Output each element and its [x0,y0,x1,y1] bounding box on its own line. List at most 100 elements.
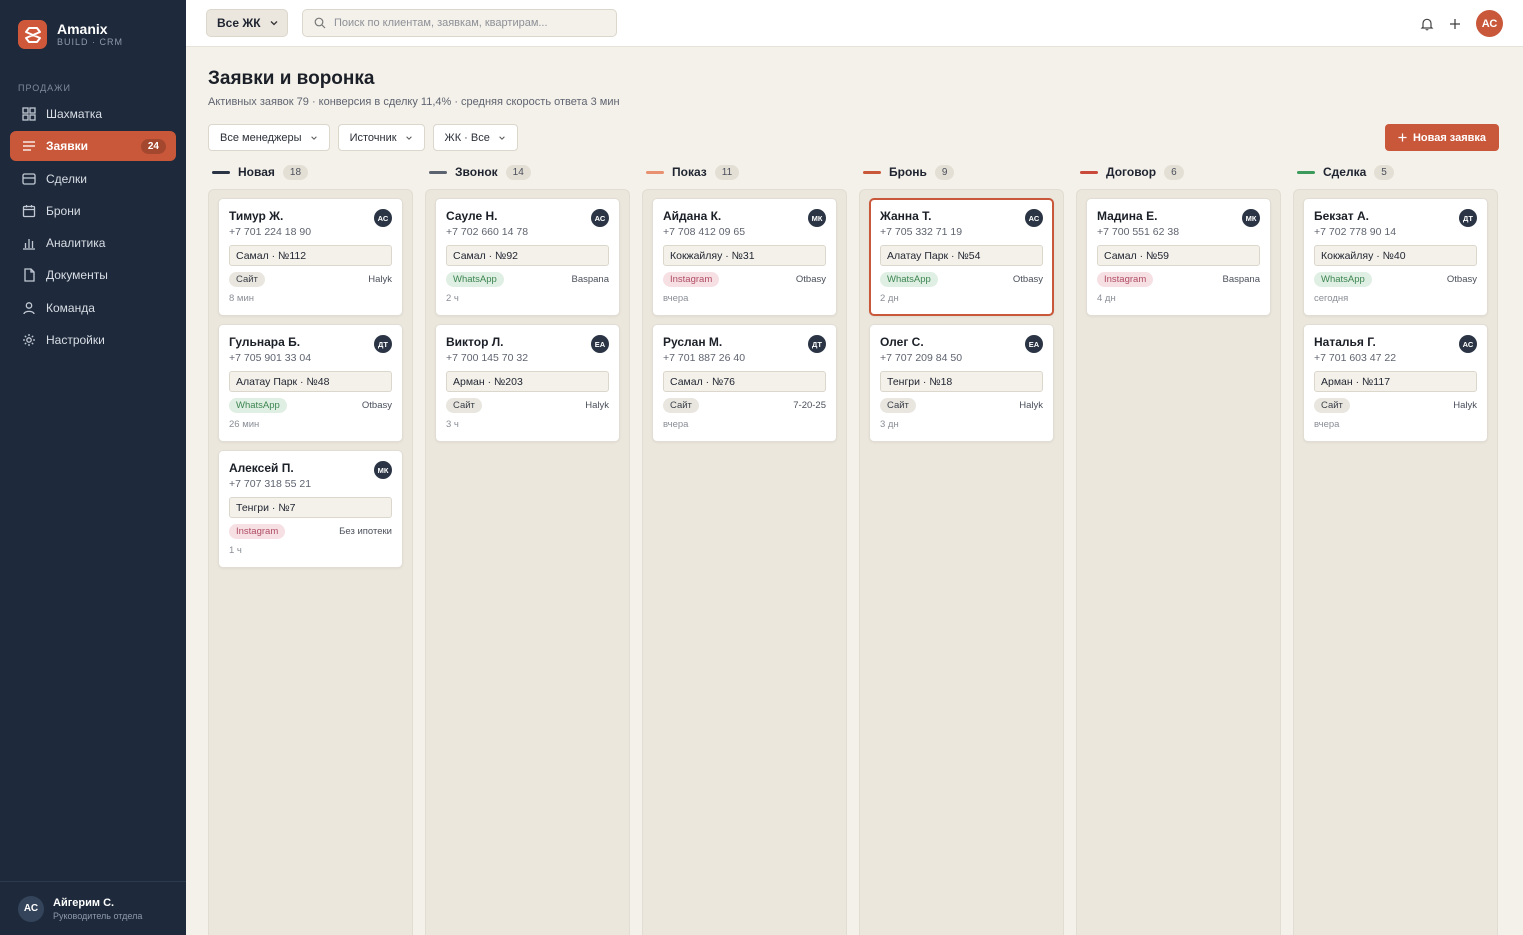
column-color-line [1080,170,1098,174]
column-body: Жанна Т. +7 705 332 71 19 АС Алатау Парк… [859,189,1064,935]
requests-count-badge: 24 [140,138,166,154]
lead-card[interactable]: Жанна Т. +7 705 332 71 19 АС Алатау Парк… [869,198,1054,316]
column-body: Бекзат А. +7 702 778 90 14 ДТ Кокжайляу … [1293,189,1498,935]
column-header[interactable]: Договор 6 [1076,163,1281,181]
card-meta-row: Сайт Halyk [880,398,1043,413]
search-box [302,9,617,37]
apartment-tag: Самал · №59 [1097,245,1260,266]
column-count-badge: 6 [1164,164,1184,180]
column-color-line [212,170,230,174]
card-meta-row: Сайт 7-20-25 [663,398,826,413]
filter-source[interactable]: Источник [337,124,425,151]
lead-time: вчера [1314,419,1340,430]
lead-name: Айдана К. [663,209,722,223]
calendar-icon [22,204,36,218]
column-count-badge: 18 [282,164,309,180]
sidebar-item-requests[interactable]: Заявки 24 [10,131,176,162]
column-header[interactable]: Показ 11 [642,163,847,181]
card-meta-row: Сайт Halyk [446,398,609,413]
sidebar-item-label: Команда [46,300,95,315]
sidebar-item-chessboard[interactable]: Шахматка [10,99,176,129]
sidebar-item-label: Документы [46,268,108,283]
source-badge: WhatsApp [446,272,504,287]
lead-card[interactable]: Айдана К. +7 708 412 09 65 МК Кокжайляу … [652,198,837,316]
column-color-line [646,170,664,174]
sidebar-item-team[interactable]: Команда [10,293,176,323]
brand[interactable]: Amanix BUILD · CRM [18,20,123,49]
lead-time: сегодня [1314,293,1349,304]
column-color-line [863,170,881,174]
lead-name: Гульнара Б. [229,335,301,349]
bell-icon[interactable] [1420,17,1434,31]
column-header[interactable]: Бронь 9 [859,163,1064,181]
card-meta-row: Instagram Без ипотеки [229,524,392,539]
sidebar-item-label: Брони [46,203,81,218]
filter-label: Источник [349,131,397,144]
manager-avatar: АС [1459,335,1477,353]
sidebar-item-documents[interactable]: Документы [10,260,176,290]
lead-phone: +7 702 778 90 14 [1314,226,1397,238]
lead-card[interactable]: Олег С. +7 707 209 84 50 ЕА Тенгри · №18… [869,324,1054,442]
page-subtitle: Активных заявок 79 · конверсия в сделку … [208,96,620,108]
column-header[interactable]: Сделка 5 [1293,163,1498,181]
avatar: АС [18,895,44,922]
lead-card[interactable]: Алексей П. +7 707 318 55 21 МК Тенгри · … [218,450,403,568]
new-request-button[interactable]: Новая заявка [1385,124,1499,151]
bar-chart-icon [23,239,35,250]
mortgage-bank: Otbasy [361,400,392,411]
chevron-down-icon [405,135,412,140]
column-header[interactable]: Звонок 14 [425,163,630,181]
apartment-tag: Самал · №92 [446,245,609,266]
lead-name: Жанна Т. [880,209,932,223]
apartment-tag: Кокжайляу · №31 [663,245,826,266]
filter-managers[interactable]: Все менеджеры [208,124,330,151]
mortgage-bank: Halyk [585,400,609,411]
lead-card[interactable]: Наталья Г. +7 701 603 47 22 АС Арман · №… [1303,324,1488,442]
search-input[interactable] [334,17,604,29]
lead-phone: +7 701 603 47 22 [1314,352,1397,364]
apartment-tag: Самал · №76 [663,371,826,392]
lead-name: Алексей П. [229,461,294,475]
sidebar-item-label: Аналитика [46,236,106,251]
apartment-tag: Самал · №112 [229,245,392,266]
complex-select[interactable]: Все ЖК [206,9,288,37]
current-user[interactable]: АС Айгерим С. Руководитель отдела [0,881,186,935]
filter-complex[interactable]: ЖК · Все [432,124,518,151]
sidebar-item-deals[interactable]: Сделки [10,164,176,194]
mortgage-bank: Otbasy [1446,274,1477,285]
lead-card[interactable]: Тимур Ж. +7 701 224 18 90 АС Самал · №11… [218,198,403,316]
lead-name: Тимур Ж. [229,209,284,223]
sidebar-item-analytics[interactable]: Аналитика [10,228,176,258]
plus-icon[interactable] [1448,17,1462,31]
lead-card[interactable]: Виктор Л. +7 700 145 70 32 ЕА Арман · №2… [435,324,620,442]
source-badge: Сайт [1314,398,1350,413]
lead-time: 26 мин [229,419,260,430]
grid-icon [22,107,36,121]
manager-avatar: ДТ [374,335,392,353]
sidebar-item-bookings[interactable]: Брони [10,196,176,226]
column-count-badge: 5 [1374,164,1394,180]
kanban-column: Бронь 9 Жанна Т. +7 705 332 71 19 АС Ала… [859,163,1064,935]
lead-card[interactable]: Бекзат А. +7 702 778 90 14 ДТ Кокжайляу … [1303,198,1488,316]
avatar[interactable]: АС [1476,10,1503,37]
lead-card[interactable]: Гульнара Б. +7 705 901 33 04 ДТ Алатау П… [218,324,403,442]
user-icon [23,301,35,315]
chevron-down-icon [310,135,317,140]
lead-card[interactable]: Мадина Е. +7 700 551 62 38 МК Самал · №5… [1086,198,1271,316]
mortgage-bank: Baspana [1222,274,1260,285]
lead-phone: +7 708 412 09 65 [663,226,746,238]
lead-phone: +7 701 887 26 40 [663,352,746,364]
lead-card[interactable]: Руслан М. +7 701 887 26 40 ДТ Самал · №7… [652,324,837,442]
sidebar-item-label: Настройки [46,333,105,348]
manager-avatar: ЕА [591,335,609,353]
lead-name: Виктор Л. [446,335,504,349]
column-header[interactable]: Новая 18 [208,163,413,181]
column-title: Показ [672,165,707,179]
sidebar-item-settings[interactable]: Настройки [10,325,176,355]
lead-card[interactable]: Сауле Н. +7 702 660 14 78 АС Самал · №92… [435,198,620,316]
sidebar-item-label: Шахматка [46,107,103,121]
list-icon [23,141,35,151]
manager-avatar: АС [374,209,392,227]
lead-time: 2 ч [446,293,459,304]
column-title: Сделка [1323,165,1367,179]
